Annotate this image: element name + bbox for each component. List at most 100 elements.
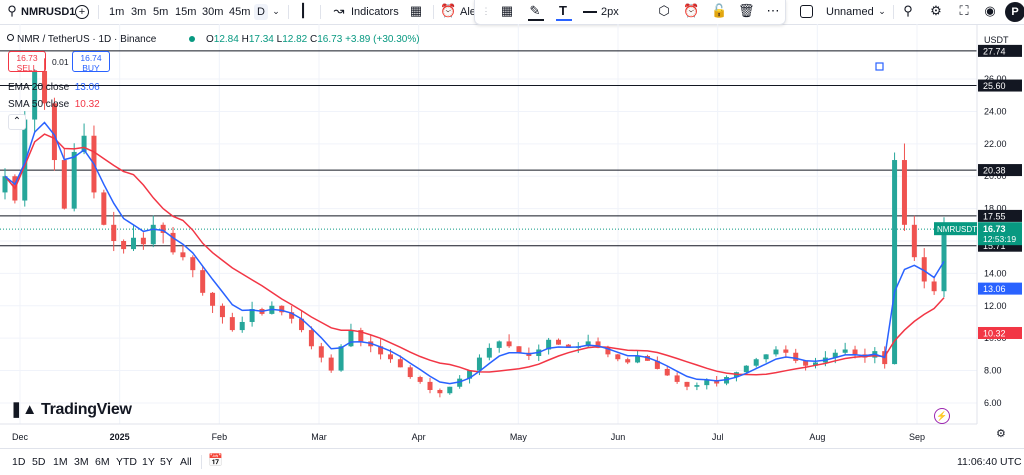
candle[interactable] [269,301,275,315]
candle[interactable] [378,339,384,360]
candle[interactable] [743,365,749,373]
avatar[interactable]: P [1005,2,1024,22]
add-alert-icon[interactable]: ⏰ [683,3,699,19]
candle[interactable] [150,215,156,248]
candle[interactable] [911,215,917,262]
interval-5m-button[interactable]: 5m [153,4,168,20]
interval-15m-button[interactable]: 15m [175,4,196,20]
camera-icon[interactable]: ◉ [982,3,998,19]
candle[interactable] [901,143,907,231]
interval-d-button[interactable]: D [254,4,268,20]
candle[interactable] [506,334,512,348]
add-to-template-icon[interactable]: ▦ [499,3,515,19]
interval-3m-button[interactable]: 3m [131,4,146,20]
candle[interactable] [121,239,127,254]
chevron-down-icon[interactable]: ⌄ [874,3,890,19]
line-width-button[interactable]: 2px [601,4,619,20]
add-symbol-icon[interactable]: + [75,5,89,19]
candle[interactable] [160,222,166,244]
line-width-icon[interactable] [583,11,597,13]
candle[interactable] [753,357,759,368]
symbol-search-button[interactable]: NMRUSD1 [21,4,75,20]
line-anchor-handle[interactable] [875,62,884,71]
interval-1m-button[interactable]: 1m [109,4,124,20]
price-chart[interactable]: USDT6.008.0010.0012.0014.0016.0018.0020.… [0,24,1024,448]
settings-gear-icon[interactable]: ⚙ [928,3,944,19]
candle[interactable] [219,303,225,324]
candle[interactable] [437,388,443,398]
candle[interactable] [101,189,107,226]
candle[interactable] [546,337,552,355]
candle[interactable] [71,143,77,212]
currency-label[interactable]: USDT [984,35,1009,45]
range-1m-button[interactable]: 1M [53,456,68,468]
range-5y-button[interactable]: 5Y [160,456,173,468]
candle[interactable] [842,342,848,356]
trash-icon[interactable]: 🗑 [738,3,755,19]
candle[interactable] [892,152,898,365]
clock-time[interactable]: 11:06:40 UTC [957,456,1022,468]
candle[interactable] [239,316,245,333]
candle[interactable] [140,232,146,250]
candles-icon[interactable]: ┃ [295,3,311,19]
candle[interactable] [674,372,680,384]
axis-settings-icon[interactable]: ⚙ [996,427,1006,440]
search-icon[interactable]: ⚲ [4,3,20,19]
range-1y-button[interactable]: 1Y [142,456,155,468]
calendar-icon[interactable]: 📅 [208,454,223,466]
interval-45m-button[interactable]: 45m [229,4,250,20]
range-1d-button[interactable]: 1D [12,456,25,468]
candle[interactable] [358,327,364,347]
candle[interactable] [694,382,700,391]
candle[interactable] [803,360,809,371]
candle[interactable] [783,345,789,359]
range-3m-button[interactable]: 3M [74,456,89,468]
indicators-button[interactable]: Indicators [351,4,399,20]
settings-icon[interactable]: ⬡ [656,3,672,19]
candle[interactable] [684,381,690,391]
chevron-down-icon[interactable]: ⌄ [268,3,284,19]
range-5d-button[interactable]: 5D [32,456,45,468]
checkbox-icon[interactable] [800,5,813,18]
drag-handle-icon[interactable]: ⋮ [478,3,494,19]
lock-icon[interactable]: 🔓 [711,3,727,19]
zoom-search-icon[interactable]: ⚲ [900,3,916,19]
candle[interactable] [921,248,927,289]
alarm-icon[interactable]: ⏰ [440,3,456,19]
candle[interactable] [496,340,502,353]
candle[interactable] [407,365,413,379]
indicators-icon[interactable]: ↝ [331,3,347,19]
lightning-icon[interactable]: ⚡ [934,408,950,424]
templates-icon[interactable]: ▦ [408,3,424,19]
text-color-icon[interactable]: T [555,3,571,19]
buy-button[interactable]: 16.74 BUY [72,51,110,73]
candle[interactable] [427,377,433,394]
candle[interactable] [190,255,196,278]
candle[interactable] [556,338,562,345]
range-6m-button[interactable]: 6M [95,456,110,468]
range-all-button[interactable]: All [180,456,192,468]
candle[interactable] [210,292,216,313]
candle[interactable] [229,312,235,332]
candle[interactable] [200,266,206,296]
candle[interactable] [328,354,334,373]
more-icon[interactable]: ⋯ [765,3,781,19]
candle[interactable] [625,357,631,365]
candle[interactable] [170,226,176,255]
candle[interactable] [111,211,117,252]
candle[interactable] [931,275,937,295]
sell-button[interactable]: 16.73 SELL [8,51,46,73]
candle[interactable] [793,348,799,364]
range-ytd-button[interactable]: YTD [116,456,137,468]
candle[interactable] [447,386,453,395]
candle[interactable] [615,353,621,362]
interval-30m-button[interactable]: 30m [202,4,223,20]
candle[interactable] [486,343,492,361]
candle[interactable] [180,245,186,261]
candle[interactable] [2,168,8,200]
candle[interactable] [773,346,779,357]
fullscreen-icon[interactable]: ⛶ [956,3,972,19]
candle[interactable] [763,354,769,363]
collapse-legend-icon[interactable]: ⌃ [8,114,26,130]
pencil-color-icon[interactable]: ✎ [527,3,543,19]
